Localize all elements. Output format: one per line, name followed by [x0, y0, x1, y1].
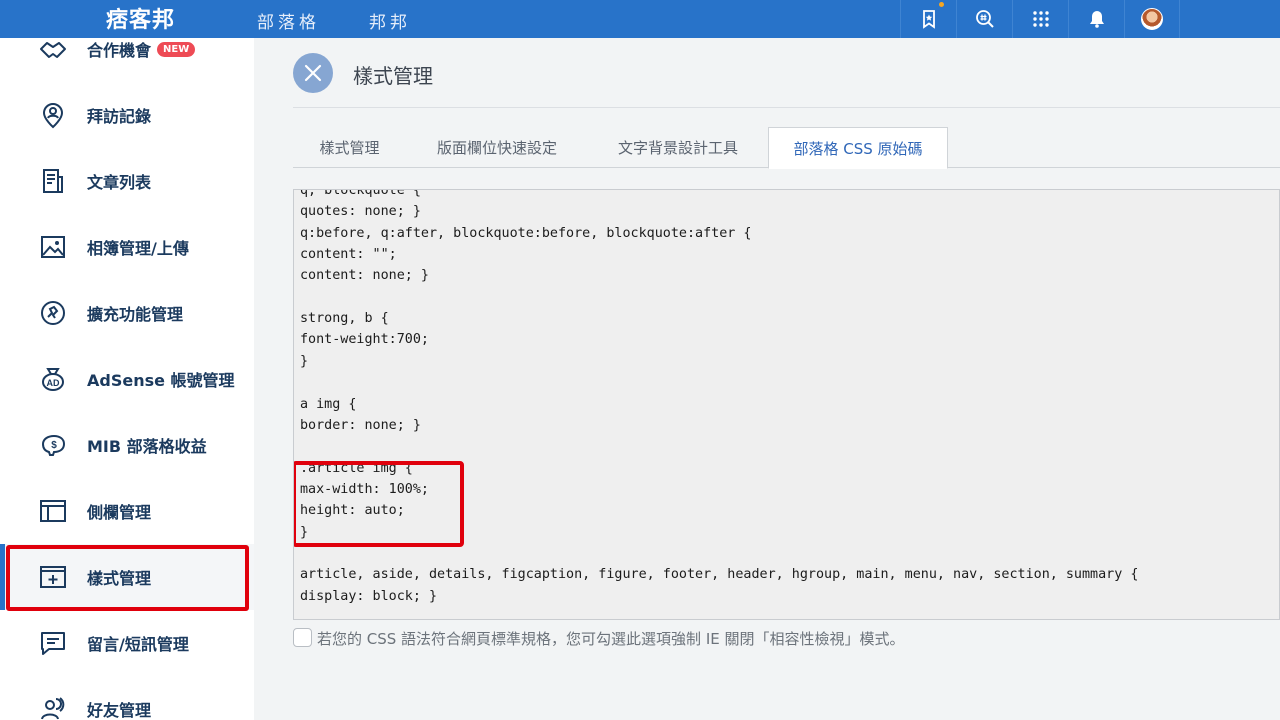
highlight-box-sidebar [6, 545, 249, 611]
hashtag-search-icon [975, 10, 994, 28]
sidebar-layout-icon [38, 496, 68, 526]
code-line: strong, b { [300, 311, 389, 327]
notifications-button[interactable] [1068, 0, 1124, 38]
tab-style-manage[interactable]: 樣式管理 [293, 127, 406, 168]
new-badge: NEW [157, 41, 196, 57]
sidebar-item-label: 相簿管理/上傳 [87, 239, 189, 258]
friends-icon [38, 694, 68, 720]
code-line: border: none; } [300, 417, 421, 433]
sidebar-item-visits[interactable]: 拜訪記錄 [0, 82, 254, 148]
notification-dot [939, 2, 944, 7]
tab-text-background-tool[interactable]: 文字背景設計工具 [588, 127, 768, 168]
sidebar-item-cooperation[interactable]: 合作機會 NEW [0, 38, 254, 82]
svg-text:AD: AD [47, 378, 60, 388]
avatar [1141, 8, 1163, 30]
nav-link-blog[interactable]: 部落格 [257, 8, 320, 33]
sidebar-item-album[interactable]: 相簿管理/上傳 [0, 214, 254, 280]
bookmark-button[interactable] [900, 0, 956, 38]
sidebar-item-friends[interactable]: 好友管理 [0, 676, 254, 720]
code-line: quotes: none; } [300, 204, 421, 220]
apps-grid-button[interactable] [1012, 0, 1068, 38]
photo-album-icon [38, 232, 68, 262]
sidebar-item-label: AdSense 帳號管理 [87, 371, 235, 390]
top-navigation-bar: 痞客邦 部落格 邦邦 [0, 0, 1280, 38]
hashtag-search-button[interactable] [956, 0, 1012, 38]
code-line: } [300, 353, 309, 369]
pixnet-logo[interactable]: 痞客邦 [106, 2, 175, 34]
sidebar-item-label: 留言/短訊管理 [87, 635, 189, 654]
sidebar-item-label: 擴充功能管理 [87, 305, 184, 324]
divider [293, 107, 1280, 108]
sidebar-item-label: 拜訪記錄 [87, 107, 152, 126]
sidebar-item-sidebar-manage[interactable]: 側欄管理 [0, 478, 254, 544]
code-line: q:before, q:after, blockquote:before, bl… [300, 225, 752, 241]
ie-compat-checkbox[interactable] [293, 628, 312, 647]
message-icon [38, 628, 68, 658]
code-line: article, aside, details, figcaption, fig… [300, 567, 1139, 583]
sidebar: 合作機會 NEW 拜訪記錄 文章列表 相簿管理/上傳 擴充功能管理 AD AdS… [0, 38, 254, 720]
sidebar-item-label: 文章列表 [87, 173, 152, 192]
sidebar-item-messages[interactable]: 留言/短訊管理 [0, 610, 254, 676]
code-line: a img { [300, 396, 357, 412]
code-line: display: block; } [300, 588, 438, 604]
highlight-box-code [294, 461, 464, 547]
document-list-icon [38, 166, 68, 196]
piggy-bank-icon: $ [38, 430, 68, 460]
bookmark-star-icon [922, 10, 935, 29]
handshake-icon [38, 38, 68, 64]
close-button[interactable] [293, 53, 333, 93]
code-line: q, blockquote { [300, 189, 421, 198]
location-person-icon [38, 100, 68, 130]
apps-grid-icon [1032, 11, 1049, 27]
tab-blog-css-source[interactable]: 部落格 CSS 原始碼 [768, 127, 948, 169]
tab-layout-quick-settings[interactable]: 版面欄位快速設定 [406, 127, 588, 168]
close-icon [304, 64, 322, 82]
user-menu-button[interactable] [1124, 0, 1180, 38]
code-line: content: none; } [300, 268, 429, 284]
sidebar-item-adsense[interactable]: AD AdSense 帳號管理 [0, 346, 254, 412]
css-code-editor[interactable]: q, blockquote { quotes: none; } q:before, … [293, 189, 1280, 620]
tab-bar: 樣式管理 版面欄位快速設定 文字背景設計工具 部落格 CSS 原始碼 [293, 127, 1280, 169]
sidebar-item-mib[interactable]: $ MIB 部落格收益 [0, 412, 254, 478]
nav-link-bangbang[interactable]: 邦邦 [369, 8, 411, 33]
sidebar-item-articles[interactable]: 文章列表 [0, 148, 254, 214]
sidebar-item-label: MIB 部落格收益 [87, 437, 207, 456]
code-line: font-weight:700; [300, 332, 429, 348]
code-line: content: ""; [300, 247, 397, 263]
svg-text:$: $ [51, 440, 57, 451]
active-indicator [0, 544, 5, 610]
sidebar-item-label: 合作機會 [87, 41, 152, 60]
sidebar-item-extensions[interactable]: 擴充功能管理 [0, 280, 254, 346]
main-content: 樣式管理 樣式管理 版面欄位快速設定 文字背景設計工具 部落格 CSS 原始碼 … [254, 38, 1280, 720]
adsense-bag-icon: AD [38, 364, 68, 394]
ie-compat-label: 若您的 CSS 語法符合網頁標準規格，您可勾選此選項強制 IE 關閉「相容性檢視… [317, 630, 905, 648]
page-title: 樣式管理 [353, 64, 433, 88]
extension-icon [38, 298, 68, 328]
sidebar-item-label: 好友管理 [87, 701, 152, 720]
sidebar-item-label: 側欄管理 [87, 503, 152, 522]
bell-icon [1089, 11, 1104, 28]
